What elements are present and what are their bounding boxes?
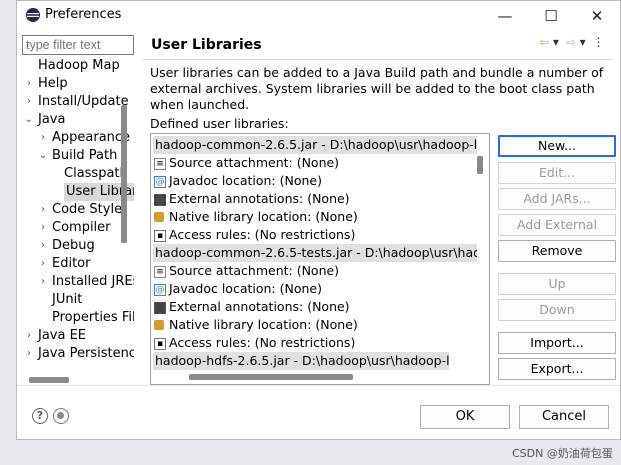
access-rules-icon: ▪	[154, 338, 166, 350]
chevron-right-icon: ›	[27, 330, 31, 341]
chevron-right-icon: ›	[41, 204, 45, 215]
tree-item[interactable]: › Help	[22, 75, 68, 93]
tree-item-build-path[interactable]: ⌄ Build Path	[36, 147, 118, 165]
list-item[interactable]: External annotations: (None)	[153, 190, 350, 208]
tree-item[interactable]: › Java EE	[22, 327, 86, 345]
chevron-right-icon: ›	[41, 240, 45, 251]
tree-item-java[interactable]: ⌄ Java	[22, 111, 66, 129]
annotations-icon	[154, 302, 166, 314]
library-row[interactable]: hadoop-common-2.6.5-tests.jar - D:\hadoo…	[153, 244, 477, 262]
tree-item[interactable]: › Java Persistence	[22, 345, 134, 363]
tree-item[interactable]: › Install/Update	[22, 93, 129, 111]
access-rules-icon: ▪	[154, 230, 166, 242]
export-button[interactable]: Export...	[498, 358, 616, 380]
remove-button[interactable]: Remove	[498, 240, 616, 262]
list-item[interactable]: Native library location: (None)	[153, 316, 358, 334]
tree-item[interactable]: › Compiler	[36, 219, 111, 237]
tree-horizontal-scrollbar[interactable]	[29, 377, 69, 383]
tree-item[interactable]: › Editor	[36, 255, 90, 273]
add-external-jars-button[interactable]: Add External JARs...	[498, 214, 616, 252]
down-button[interactable]: Down	[498, 299, 616, 321]
chevron-right-icon: ›	[41, 258, 45, 269]
tree-item[interactable]: › Debug	[36, 237, 95, 255]
title-divider	[143, 59, 613, 60]
window-title: Preferences	[45, 7, 122, 22]
chevron-right-icon: ›	[27, 96, 31, 107]
list-item[interactable]: ▪ Access rules: (No restrictions)	[153, 334, 355, 352]
tree-item[interactable]: Properties Files	[36, 309, 134, 327]
native-library-icon	[154, 320, 164, 330]
chevron-right-icon: ›	[41, 132, 45, 143]
source-attachment-icon: ≡	[154, 158, 166, 170]
tree-item[interactable]: Classpath	[64, 165, 128, 183]
add-jars-button[interactable]: Add JARs...	[498, 188, 616, 210]
view-menu-icon[interactable]: ⋮	[593, 35, 605, 49]
close-button[interactable]: ✕	[574, 1, 620, 31]
back-arrow-icon[interactable]: ⇦	[539, 35, 549, 49]
chevron-right-icon: ›	[27, 348, 31, 359]
list-item[interactable]: Native library location: (None)	[153, 208, 358, 226]
page-navigation: ⇦ ▾ ⇨ ▾ ⋮	[539, 35, 605, 49]
list-item[interactable]: External annotations: (None)	[153, 298, 350, 316]
tree-vertical-scrollbar[interactable]	[121, 105, 127, 243]
library-row[interactable]: hadoop-hdfs-2.6.5.jar - D:\hadoop\usr\ha…	[153, 352, 449, 370]
record-macro-icon[interactable]	[53, 408, 69, 424]
chevron-right-icon: ›	[41, 276, 45, 287]
ok-button[interactable]: OK	[420, 405, 510, 429]
filter-input[interactable]	[22, 35, 134, 55]
chevron-down-icon: ⌄	[38, 150, 48, 161]
preferences-tree: Hadoop Map › Help › Install/Update ⌄ Java ›…	[22, 57, 134, 377]
list-item[interactable]: @ Javadoc location: (None)	[153, 172, 322, 190]
list-item[interactable]: @ Javadoc location: (None)	[153, 280, 322, 298]
tree-item[interactable]: Hadoop Map	[22, 57, 120, 75]
native-library-icon	[154, 212, 164, 222]
minimize-button[interactable]: —	[482, 1, 528, 31]
title-bar: Preferences — ☐ ✕	[17, 1, 620, 31]
preferences-dialog: Preferences — ☐ ✕ Hadoop Map ›Help ›Inst…	[16, 0, 621, 440]
list-item[interactable]: ≡ Source attachment: (None)	[153, 154, 339, 172]
chevron-right-icon: ›	[41, 222, 45, 233]
defined-libraries-label: Defined user libraries:	[150, 116, 289, 131]
list-item[interactable]: ▪ Access rules: (No restrictions)	[153, 226, 355, 244]
tree-item[interactable]: › Installed JREs	[36, 273, 134, 291]
javadoc-icon: @	[154, 176, 166, 188]
source-attachment-icon: ≡	[154, 266, 166, 278]
tree-item[interactable]: › Appearance	[36, 129, 130, 147]
eclipse-icon	[26, 8, 40, 22]
tree-item[interactable]: › Code Style	[36, 201, 122, 219]
help-icon[interactable]: ?	[32, 408, 48, 424]
import-button[interactable]: Import...	[498, 332, 616, 354]
watermark: CSDN @奶油荷包蛋	[512, 447, 613, 460]
chevron-right-icon: ›	[27, 78, 31, 89]
edit-button[interactable]: Edit...	[498, 162, 616, 184]
chevron-down-icon: ⌄	[24, 114, 34, 125]
list-horizontal-scrollbar[interactable]	[189, 374, 353, 380]
javadoc-icon: @	[154, 284, 166, 296]
list-vertical-scrollbar[interactable]	[477, 156, 483, 174]
user-libraries-list[interactable]: hadoop-common-2.6.5.jar - D:\hadoop\usr\…	[150, 133, 490, 385]
annotations-icon	[154, 194, 166, 206]
page-description: User libraries can be added to a Java Bu…	[150, 65, 604, 112]
maximize-button[interactable]: ☐	[528, 1, 574, 31]
up-button[interactable]: Up	[498, 273, 616, 295]
library-row[interactable]: hadoop-common-2.6.5.jar - D:\hadoop\usr\…	[153, 136, 477, 154]
cancel-button[interactable]: Cancel	[519, 405, 609, 429]
back-menu-chevron-icon[interactable]: ▾	[553, 35, 559, 49]
page-title: User Libraries	[151, 37, 262, 53]
new-button[interactable]: New...	[498, 135, 616, 157]
forward-arrow-icon[interactable]: ⇨	[566, 35, 576, 49]
footer-divider	[17, 385, 620, 386]
forward-menu-chevron-icon[interactable]: ▾	[580, 35, 586, 49]
tree-item[interactable]: JUnit	[36, 291, 82, 309]
list-item[interactable]: ≡ Source attachment: (None)	[153, 262, 339, 280]
